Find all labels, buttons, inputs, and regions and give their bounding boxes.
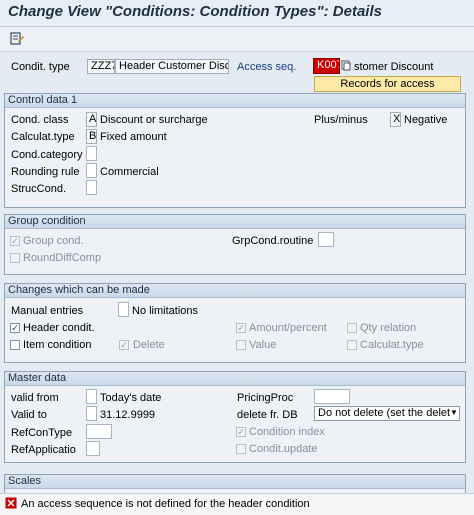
valid-from-desc: Today's date	[100, 392, 162, 404]
valid-to-label: Valid to	[11, 409, 47, 421]
condit-type-desc: Header Customer Disc	[115, 59, 229, 74]
struc-cond-label: StrucCond.	[11, 183, 67, 195]
amount-percent-checkbox[interactable]: ✓	[236, 323, 246, 333]
grp-routine-label: GrpCond.routine	[232, 235, 314, 247]
rounding-label: Rounding rule	[11, 166, 80, 178]
condit-update-label: Condit.update	[249, 443, 318, 455]
cond-class-label: Cond. class	[11, 114, 69, 126]
pricing-proc-label: PricingProc	[237, 392, 294, 404]
struc-cond-field[interactable]	[86, 180, 97, 195]
status-message: An access sequence is not defined for th…	[21, 498, 310, 510]
manual-entries-field[interactable]	[118, 302, 129, 317]
round-diff-checkbox[interactable]	[10, 253, 20, 263]
manual-entries-label: Manual entries	[11, 305, 84, 317]
cond-class-desc: Discount or surcharge	[100, 114, 208, 126]
delete-label: Delete	[133, 339, 165, 351]
condit-type-field[interactable]: ZZZ7	[87, 59, 115, 74]
scales-title: Scales	[5, 475, 465, 489]
plus-minus-field[interactable]: X	[390, 112, 401, 127]
pricing-proc-field[interactable]	[314, 389, 350, 404]
item-condition-checkbox[interactable]	[10, 340, 20, 350]
access-seq-field[interactable]: K007	[313, 58, 340, 74]
calc-type-desc: Fixed amount	[100, 131, 167, 143]
valid-from-field[interactable]	[86, 389, 97, 404]
header-condit-label: Header condit.	[23, 322, 95, 334]
valid-to-field[interactable]	[86, 406, 97, 421]
control-data-title: Control data 1	[5, 94, 465, 108]
plus-minus-label: Plus/minus	[314, 114, 368, 126]
cond-category-field[interactable]	[86, 146, 97, 161]
calc-type-label: Calculat.type	[11, 131, 75, 143]
rounding-field[interactable]	[86, 163, 97, 178]
delete-fr-db-select[interactable]: Do not delete (set the delet	[314, 406, 460, 421]
qty-relation-checkbox[interactable]	[347, 323, 357, 333]
chevron-down-icon[interactable]: ▼	[450, 408, 458, 417]
condit-type-label: Condit. type	[11, 61, 70, 73]
access-seq-desc: stomer Discount	[354, 61, 434, 73]
amount-percent-label: Amount/percent	[249, 322, 327, 334]
qty-relation-label: Qty relation	[360, 322, 417, 334]
manual-entries-desc: No limitations	[132, 305, 199, 317]
master-data-title: Master data	[5, 372, 465, 386]
calc-type-checkbox[interactable]	[347, 340, 357, 350]
valid-to-value: 31.12.9999	[100, 409, 156, 421]
plus-minus-desc: Negative	[404, 114, 448, 126]
changes-title: Changes which can be made	[5, 284, 465, 298]
cond-category-label: Cond.category	[11, 149, 83, 161]
header-condit-checkbox[interactable]: ✓	[10, 323, 20, 333]
page-title: Change View "Conditions: Condition Types…	[8, 3, 382, 20]
refcontype-label: RefConType	[11, 427, 73, 439]
refcontype-field[interactable]	[86, 424, 112, 439]
condit-update-checkbox[interactable]	[236, 444, 246, 454]
group-condition-title: Group condition	[5, 215, 465, 229]
group-cond-label: Group cond.	[23, 235, 84, 247]
delete-fr-db-label: delete fr. DB	[237, 409, 298, 421]
group-cond-checkbox[interactable]: ✓	[10, 236, 20, 246]
access-seq-label: Access seq.	[237, 61, 297, 73]
delete-checkbox[interactable]: ✓	[119, 340, 129, 350]
condition-index-checkbox[interactable]: ✓	[236, 427, 246, 437]
refapplication-label: RefApplicatio	[11, 444, 76, 456]
display-change-icon[interactable]	[8, 30, 26, 48]
value-label: Value	[249, 339, 277, 351]
error-icon	[5, 497, 17, 509]
refapplication-field[interactable]	[86, 441, 100, 456]
toolbar	[0, 27, 474, 52]
calc-type-field[interactable]: B	[86, 129, 97, 144]
round-diff-label: RoundDiffComp	[23, 252, 102, 264]
records-for-access-button[interactable]: Records for access	[314, 76, 461, 92]
cond-class-field[interactable]: A	[86, 112, 97, 127]
grp-routine-field[interactable]	[318, 232, 334, 247]
condition-index-label: Condition index	[249, 426, 325, 438]
value-help-icon[interactable]	[341, 60, 351, 71]
calc-type-change-label: Calculat.type	[360, 339, 424, 351]
value-checkbox[interactable]	[236, 340, 246, 350]
item-condition-label: Item condition	[23, 339, 92, 351]
rounding-desc: Commercial	[100, 166, 159, 178]
valid-from-label: valid from	[11, 392, 59, 404]
